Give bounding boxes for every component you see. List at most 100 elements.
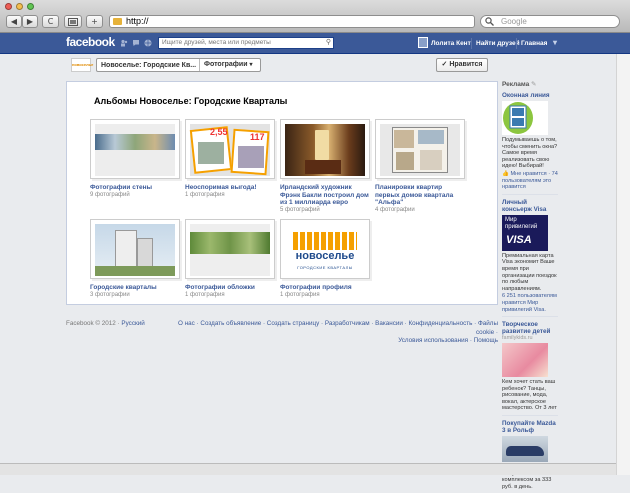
ad-image[interactable] <box>502 343 548 378</box>
album-title[interactable]: Фотографии профиля <box>280 284 370 292</box>
chevron-down-icon: ▾ <box>249 62 253 68</box>
album-title[interactable]: Планировки квартир первых домов квартала… <box>375 184 465 207</box>
album-thumbnail[interactable] <box>280 119 370 179</box>
plus-icon: + <box>91 17 98 26</box>
album-card[interactable]: новоселье городские кварталы Фотографии … <box>280 219 370 299</box>
account-menu-icon[interactable]: ▾ <box>553 38 557 47</box>
ads-header: Реклама ✎ <box>502 81 537 88</box>
album-thumbnail[interactable] <box>185 219 275 279</box>
browser-toolbar: ◀ ▶ C + http:// Google <box>0 0 630 33</box>
ad-site: familykids.ru <box>502 335 533 342</box>
footer-links: О нас · Создать объявление · Создать стр… <box>178 320 498 346</box>
album-card[interactable]: Планировки квартир первых домов квартала… <box>375 119 465 214</box>
album-title[interactable]: Неоспоримая выгода! <box>185 184 275 192</box>
album-thumbnail[interactable] <box>90 219 180 279</box>
page-header: новоселье Новоселье: Городские Кв... Фот… <box>66 54 498 76</box>
album-cover-image: 2,55 117 <box>189 124 270 176</box>
browser-search-placeholder: Google <box>501 17 527 26</box>
album-cover-image <box>95 124 175 176</box>
footer-links-line-2[interactable]: Условия использования · Помощь <box>398 337 498 344</box>
album-card[interactable]: Ирландский художник Фрэнк Бакли построил… <box>280 119 370 214</box>
album-card[interactable]: Городские кварталы 3 фотографии <box>90 219 180 299</box>
close-window-icon[interactable] <box>5 3 12 10</box>
ad-image[interactable] <box>502 436 548 463</box>
back-button[interactable]: ◀ <box>6 15 22 28</box>
album-card[interactable]: 2,55 117 Неоспоримая выгода! 1 фотографи… <box>185 119 275 199</box>
ad-like[interactable]: 👍 Мне нравится · 74 пользователям это нр… <box>502 171 558 191</box>
ad-title[interactable]: Оконная линия <box>502 92 558 99</box>
messages-icon[interactable] <box>132 39 140 47</box>
like-button[interactable]: ✓ Нравится <box>436 58 488 72</box>
user-profile-link[interactable]: Лолита Кент <box>431 40 471 47</box>
home-link[interactable]: Главная <box>521 40 547 47</box>
visa-label: привилегий <box>505 223 538 230</box>
album-count: 1 фотография <box>185 191 225 198</box>
ad-item[interactable]: Покупайте Mazda 3 в Рольф Mazda 3 в комп… <box>502 420 558 493</box>
screens-button[interactable] <box>64 15 82 28</box>
album-cover-image: новоселье городские кварталы <box>285 224 365 276</box>
ad-body: Подумываешь о том, чтобы сменить окна? С… <box>502 137 558 170</box>
reload-button[interactable]: C <box>42 15 59 28</box>
browser-search-input[interactable]: Google <box>480 15 620 28</box>
breadcrumb-page-name[interactable]: Новоселье: Городские Кв... <box>101 62 196 69</box>
album-thumbnail[interactable] <box>90 119 180 179</box>
ad-body: Кем хочет стать ваш ребенок? Танцы, рисо… <box>502 379 557 412</box>
friend-requests-icon[interactable] <box>120 39 128 47</box>
search-icon[interactable]: ⚲ <box>326 38 331 48</box>
minimize-window-icon[interactable] <box>16 3 23 10</box>
forward-button[interactable]: ▶ <box>22 15 38 28</box>
album-count: 3 фотографии <box>90 291 130 298</box>
page-scrollbar[interactable] <box>616 54 630 475</box>
breadcrumb: Новоселье: Городские Кв... Фотографии ▾ <box>96 58 261 72</box>
divider-1 <box>471 38 472 49</box>
album-thumbnail[interactable] <box>375 119 465 179</box>
user-avatar[interactable] <box>418 37 428 48</box>
reload-icon: C <box>47 17 54 26</box>
notifications-icon[interactable] <box>144 39 152 47</box>
address-bar[interactable]: http:// <box>109 15 475 28</box>
zoom-window-icon[interactable] <box>27 3 34 10</box>
facebook-header: facebook Ищите друзей, места или предмет… <box>0 33 630 54</box>
back-icon: ◀ <box>10 17 18 26</box>
ad-like[interactable]: 6 251 пользователям нравится Мир привиле… <box>502 293 558 313</box>
album-title[interactable]: Ирландский художник Фрэнк Бакли построил… <box>280 184 370 207</box>
page-logo[interactable]: новоселье <box>71 58 93 72</box>
language-link[interactable]: Русский <box>121 320 144 327</box>
album-cover-image <box>380 124 460 176</box>
brand-logo-text: новоселье <box>295 250 355 262</box>
album-count: 9 фотографий <box>90 191 130 198</box>
albums-panel: Альбомы Новоселье: Городские Кварталы Фо… <box>66 81 498 305</box>
breadcrumb-section-dropdown[interactable]: Фотографии ▾ <box>199 59 252 71</box>
album-cover-image <box>190 224 270 276</box>
album-title[interactable]: Фотографии обложки <box>185 284 275 292</box>
footer-links-line-1[interactable]: О нас · Создать объявление · Создать стр… <box>178 320 498 336</box>
album-title[interactable]: Городские кварталы <box>90 284 180 292</box>
brand-logo-subtext: городские кварталы <box>297 265 353 270</box>
find-friends-link[interactable]: Найти друзей <box>476 40 520 47</box>
album-card[interactable]: Фотографии обложки 1 фотография <box>185 219 275 299</box>
album-thumbnail[interactable]: 2,55 117 <box>185 119 275 179</box>
edit-ads-icon[interactable]: ✎ <box>531 81 536 88</box>
ad-item[interactable]: Оконная линия Подумываешь о том, чтобы с… <box>502 92 558 195</box>
album-cover-image <box>285 124 365 176</box>
visa-label: Мир <box>505 216 517 223</box>
ad-title[interactable]: Творческое развитие детей <box>502 321 558 335</box>
ad-item[interactable]: Личный консьерж Visa Мир привилегий VISA… <box>502 199 558 318</box>
breadcrumb-section-label: Фотографии <box>204 61 248 68</box>
add-bookmark-button[interactable]: + <box>86 15 103 28</box>
address-text: http:// <box>126 16 149 26</box>
window-ad-image <box>503 102 533 134</box>
ad-image[interactable]: Мир привилегий VISA <box>502 214 548 251</box>
ad-item[interactable]: Творческое развитие детей familykids.ru … <box>502 321 558 417</box>
ad-title[interactable]: Покупайте Mazda 3 в Рольф <box>502 420 558 434</box>
ad-image[interactable] <box>502 101 548 135</box>
ad-title[interactable]: Личный консьерж Visa <box>502 199 558 213</box>
album-count: 4 фотографии <box>375 206 415 213</box>
divider-2 <box>516 38 517 49</box>
facebook-logo[interactable]: facebook <box>66 35 115 49</box>
forward-icon: ▶ <box>26 17 34 26</box>
album-thumbnail[interactable]: новоселье городские кварталы <box>280 219 370 279</box>
facebook-search-input[interactable]: Ищите друзей, места или предметы ⚲ <box>158 37 334 49</box>
album-card[interactable]: Фотографии стены 9 фотографий <box>90 119 180 199</box>
album-title[interactable]: Фотографии стены <box>90 184 180 192</box>
